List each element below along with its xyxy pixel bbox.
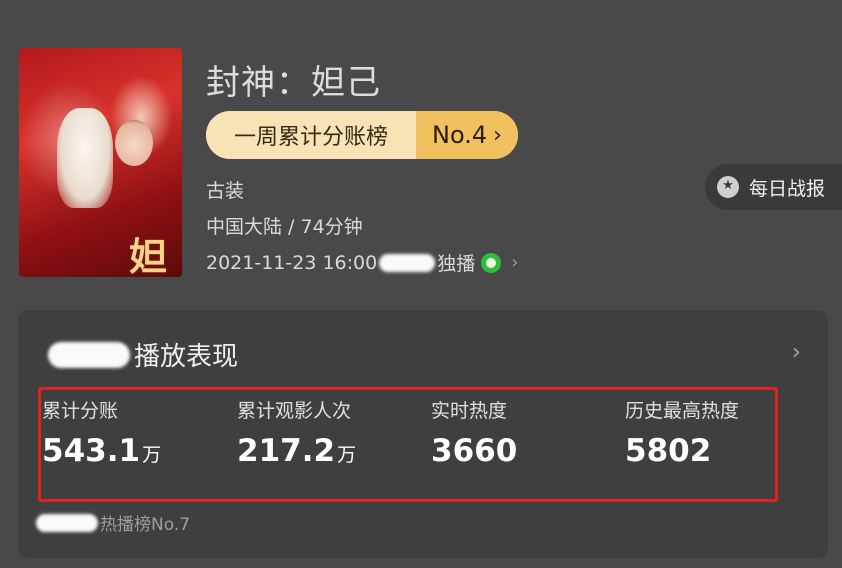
exclusive-label: 独播 — [437, 253, 476, 275]
redacted-platform-name — [36, 513, 98, 532]
poster-fox-figure — [57, 108, 113, 208]
stat-value: 3660 — [431, 433, 518, 469]
redacted-platform-name — [48, 341, 130, 368]
medal-icon: ★ — [717, 176, 739, 198]
hot-play-rank-footer[interactable]: 热播榜No.7 — [34, 510, 190, 535]
stat-realtime-heat: 实时热度 3660 — [431, 396, 517, 469]
stat-unit: 万 — [142, 444, 162, 466]
stat-label: 累计观影人次 — [237, 400, 352, 422]
chevron-right-icon: › — [511, 252, 519, 273]
movie-poster[interactable]: 妲己 — [19, 48, 182, 277]
stat-unit: 万 — [337, 444, 357, 466]
stat-peak-heat: 历史最高热度 5802 — [625, 396, 739, 469]
release-datetime: 2021-11-23 16:00 — [206, 251, 378, 274]
chevron-right-icon[interactable]: › — [792, 340, 801, 365]
performance-section-title: 播放表现 — [46, 336, 238, 373]
stat-label: 实时热度 — [431, 400, 508, 422]
rank-label: 一周累计分账榜 — [206, 111, 416, 159]
platform-logo-icon — [481, 252, 502, 273]
redacted-platform-name — [379, 253, 436, 272]
stat-cumulative-revenue: 累计分账 543.1 万 — [42, 396, 161, 469]
rank-number: No.4 — [432, 121, 488, 149]
stat-value: 217.2 万 — [237, 433, 357, 469]
performance-title-text: 播放表现 — [134, 342, 239, 372]
genre-text: 古装 — [206, 180, 245, 202]
daily-report-button[interactable]: ★ 每日战报 — [705, 164, 842, 210]
poster-calligraphy: 妲己 — [129, 234, 168, 277]
release-info[interactable]: 2021-11-23 16:00 独播 › — [206, 249, 518, 276]
poster-character-figure — [115, 120, 153, 166]
daily-report-label: 每日战报 — [749, 177, 826, 200]
stat-label: 累计分账 — [42, 400, 119, 422]
movie-title: 封神：妲己 — [206, 63, 381, 103]
stat-label: 历史最高热度 — [625, 400, 740, 422]
rank-number-badge: No.4 › — [416, 111, 518, 159]
chevron-right-icon: › — [493, 122, 502, 148]
stat-value: 5802 — [625, 433, 712, 469]
stat-value: 543.1 万 — [42, 433, 162, 469]
hot-play-rank-text: 热播榜No.7 — [100, 515, 191, 535]
region-duration-text: 中国大陆 / 74分钟 — [206, 216, 363, 238]
weekly-revenue-rank-button[interactable]: 一周累计分账榜 No.4 › — [206, 111, 518, 159]
stat-cumulative-viewers: 累计观影人次 217.2 万 — [237, 396, 356, 469]
